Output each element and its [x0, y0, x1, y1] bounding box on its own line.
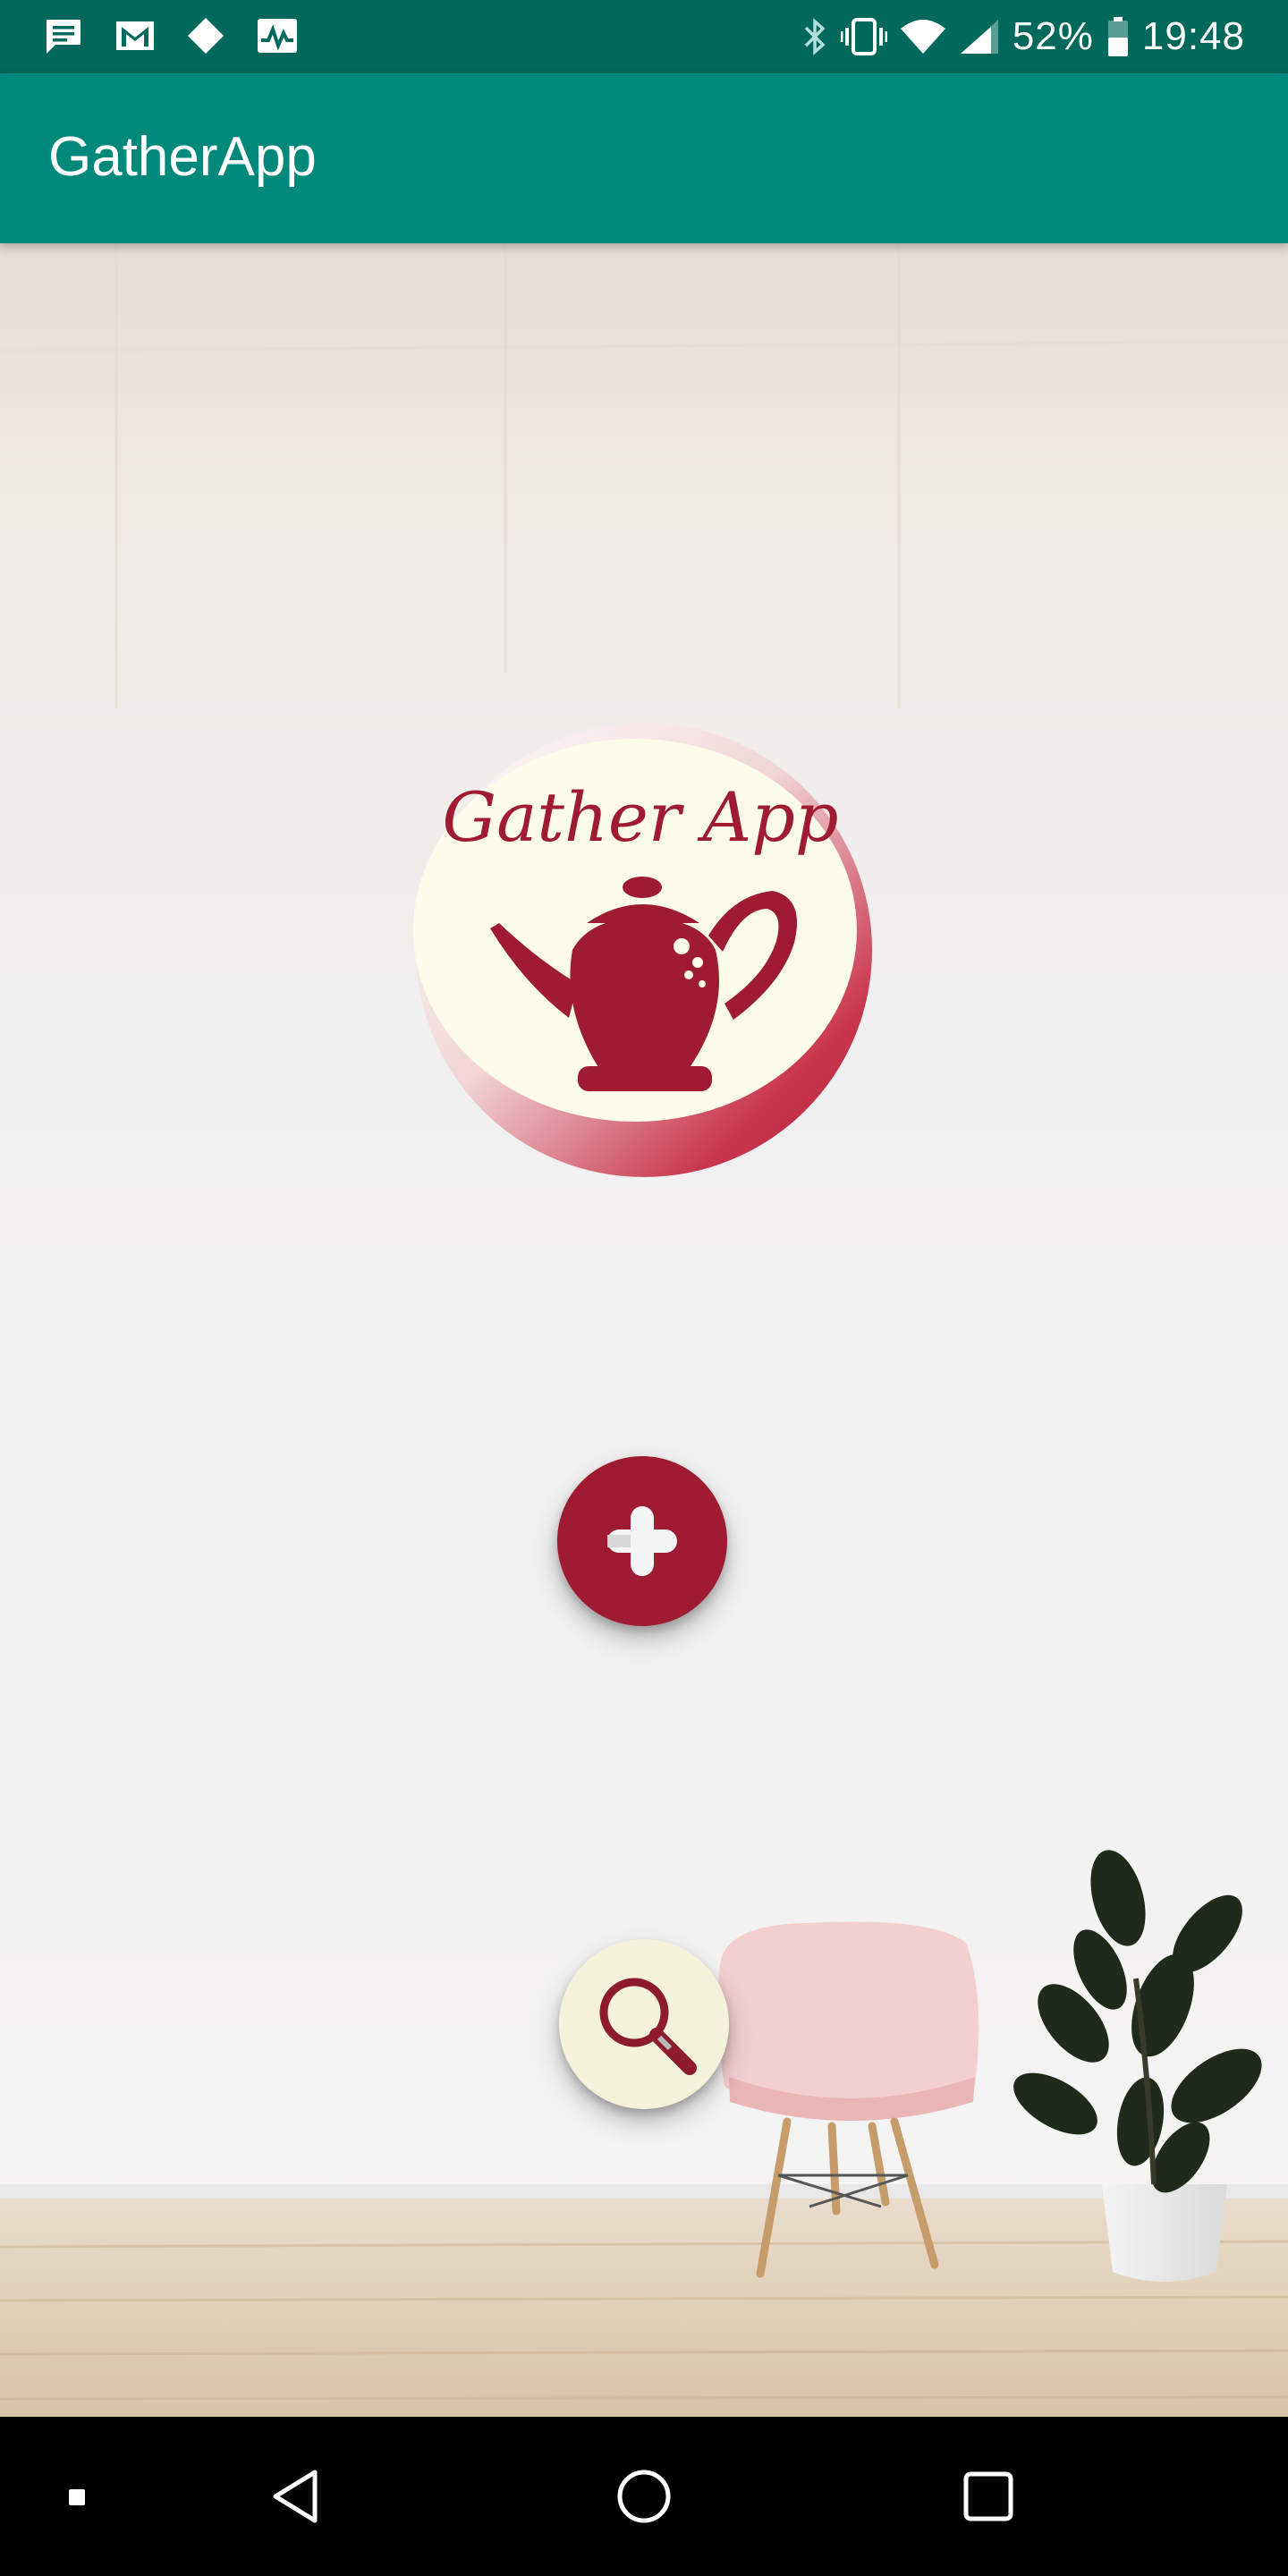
battery-percent: 52%	[1012, 14, 1094, 58]
wifi-icon	[900, 20, 945, 54]
vibrate-icon	[840, 18, 887, 55]
square-icon[interactable]	[36, 2456, 116, 2537]
status-bar: 52% 19:48	[0, 0, 1288, 73]
search-button[interactable]	[559, 1939, 729, 2109]
app-logo: Gather App	[411, 716, 877, 1181]
navigation-bar	[0, 2417, 1288, 2576]
clock: 19:48	[1141, 14, 1245, 58]
message-icon	[47, 20, 80, 54]
activity-icon	[258, 19, 297, 53]
notification-icons	[43, 16, 299, 55]
home-icon[interactable]	[604, 2456, 684, 2537]
logo-badge: Gather App	[413, 723, 872, 1177]
system-status: 52% 19:48	[801, 9, 1245, 64]
battery-icon	[1107, 17, 1128, 56]
app-bar: GatherApp	[0, 73, 1288, 243]
magnifier-icon	[599, 1978, 697, 2075]
bluetooth-icon	[804, 18, 826, 55]
gmail-icon	[116, 21, 154, 50]
app-title: GatherApp	[48, 126, 317, 188]
back-icon[interactable]	[259, 2456, 340, 2537]
screen: 52% 19:48 GatherApp Gather App	[0, 0, 1288, 2576]
signal-icon	[960, 20, 998, 54]
add-gathering-button[interactable]	[557, 1456, 727, 1626]
plus-icon	[607, 1506, 677, 1576]
recents-icon[interactable]	[948, 2456, 1029, 2537]
logo-text: Gather App	[442, 777, 838, 857]
diamond-icon	[188, 18, 224, 54]
